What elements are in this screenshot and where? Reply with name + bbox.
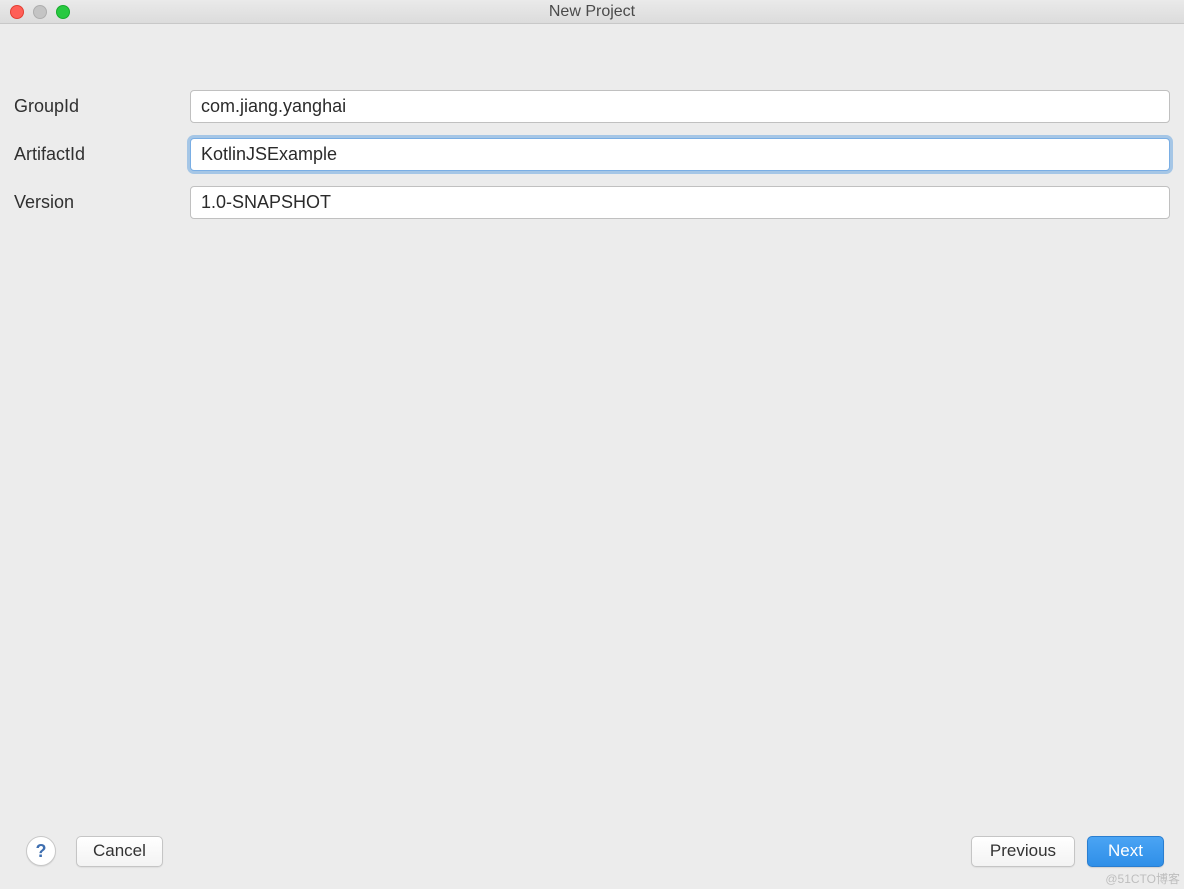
dialog-footer: ? Cancel Previous Next bbox=[0, 831, 1184, 889]
artifact-id-input[interactable] bbox=[190, 138, 1170, 171]
dialog-content: GroupId ArtifactId Version bbox=[0, 24, 1184, 831]
group-id-row: GroupId bbox=[14, 90, 1170, 123]
artifact-id-row: ArtifactId bbox=[14, 138, 1170, 171]
version-input[interactable] bbox=[190, 186, 1170, 219]
version-row: Version bbox=[14, 186, 1170, 219]
window-titlebar: New Project bbox=[0, 0, 1184, 24]
group-id-label: GroupId bbox=[14, 96, 190, 117]
cancel-button[interactable]: Cancel bbox=[76, 836, 163, 867]
previous-button[interactable]: Previous bbox=[971, 836, 1075, 867]
window-title: New Project bbox=[0, 0, 1184, 24]
help-icon: ? bbox=[36, 841, 47, 862]
help-button[interactable]: ? bbox=[26, 836, 56, 866]
group-id-input[interactable] bbox=[190, 90, 1170, 123]
version-label: Version bbox=[14, 192, 190, 213]
artifact-id-label: ArtifactId bbox=[14, 144, 190, 165]
next-button[interactable]: Next bbox=[1087, 836, 1164, 867]
